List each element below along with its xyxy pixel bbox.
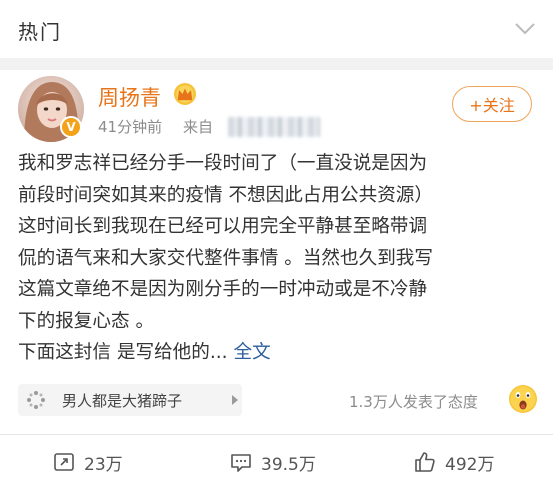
page-header: 热门 bbox=[0, 0, 553, 58]
comment-count: 39.5万 bbox=[261, 454, 316, 475]
post-text-line: 下的报复心态 。 bbox=[18, 310, 155, 332]
topic-label: 男人都是大猪蹄子 bbox=[62, 392, 183, 410]
post-source-redacted bbox=[228, 117, 320, 137]
topic-sparkle-icon bbox=[27, 391, 45, 409]
post-text-line: 这篇文章绝不是因为刚分手的一时冲动或是不冷静 bbox=[18, 279, 428, 300]
repost-count: 23万 bbox=[84, 454, 123, 475]
read-more-link[interactable]: 全文 bbox=[234, 342, 271, 363]
post-text-line: 前段时间突如其来的疫情 不想因此占用公共资源） bbox=[18, 184, 433, 206]
crown-icon bbox=[174, 83, 196, 105]
verified-badge: V bbox=[60, 116, 82, 138]
comment-button[interactable]: 39.5万 bbox=[229, 449, 316, 475]
comment-icon bbox=[231, 454, 251, 472]
post-text-line: 这时间长到我现在已经可以用完全平静甚至略带调 bbox=[18, 216, 428, 237]
post-text-line: 侃的语气来和大家交代整件事情 。当然也久到我写 bbox=[18, 247, 433, 269]
like-icon bbox=[415, 452, 435, 472]
post-text-excerpt: 下面这封信 是写给他的... bbox=[18, 342, 228, 363]
post-text-line: 我和罗志祥已经分手一段时间了（一直没说是因为 bbox=[18, 153, 428, 174]
post-body: 我和罗志祥已经分手一段时间了（一直没说是因为 前段时间突如其来的疫情 不想因此占… bbox=[18, 148, 542, 369]
author-name[interactable]: 周扬青 bbox=[98, 82, 161, 112]
post-time: 41分钟前 bbox=[98, 118, 163, 136]
follow-button[interactable]: +关注 bbox=[452, 86, 532, 122]
page-title: 热门 bbox=[18, 20, 62, 44]
reactions-count[interactable]: 1.3万人发表了态度 bbox=[349, 391, 478, 412]
section-divider bbox=[0, 58, 553, 70]
action-divider bbox=[0, 434, 553, 435]
topic-tag[interactable]: 男人都是大猪蹄子 bbox=[18, 384, 242, 416]
like-count: 492万 bbox=[445, 454, 495, 475]
post-text-last-line: 下面这封信 是写给他的... 全文 bbox=[18, 337, 542, 369]
wow-emoji-icon[interactable] bbox=[508, 384, 538, 414]
post-source-label: 来自 bbox=[183, 118, 214, 136]
repost-icon bbox=[54, 453, 74, 471]
like-button[interactable]: 492万 bbox=[413, 449, 494, 475]
repost-button[interactable]: 23万 bbox=[52, 449, 123, 475]
chevron-right-icon bbox=[232, 395, 238, 405]
chevron-down-icon[interactable] bbox=[511, 14, 539, 42]
